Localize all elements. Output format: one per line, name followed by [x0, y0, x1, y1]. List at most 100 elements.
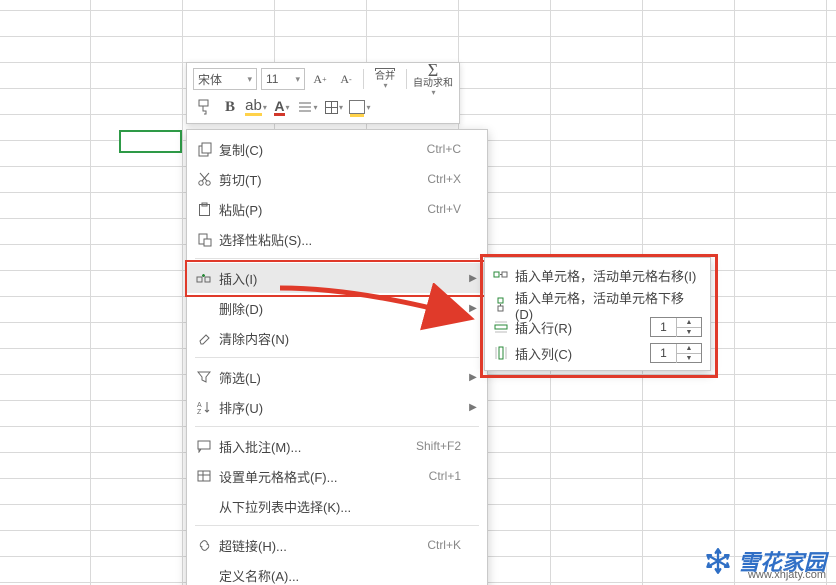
chevron-down-icon: ▾ [247, 74, 252, 85]
decrease-font-button[interactable]: A- [335, 68, 357, 90]
scissors-icon [189, 172, 219, 187]
watermark-url: www.xhjaty.com [748, 569, 826, 581]
menu-shortcut: Ctrl+X [427, 172, 465, 186]
submenu-insert-col[interactable]: 插入列(C) 1 ▲▼ [485, 340, 710, 366]
insert-submenu: 插入单元格，活动单元格右移(I) 插入单元格，活动单元格下移(D) 插入行(R)… [484, 257, 711, 371]
menu-label: 插入(I) [219, 269, 465, 288]
menu-shortcut: Shift+F2 [416, 439, 465, 453]
menu-label: 选择性粘贴(S)... [219, 230, 465, 249]
menu-item-paste-special[interactable]: 选择性粘贴(S)... [187, 224, 487, 254]
active-cell[interactable] [119, 130, 182, 153]
menu-shortcut: Ctrl+K [427, 538, 465, 552]
submenu-shift-right[interactable]: 插入单元格，活动单元格右移(I) [485, 262, 710, 288]
menu-divider [195, 426, 479, 427]
highlight-color-button[interactable]: ab▾ [245, 96, 267, 118]
submenu-shift-down[interactable]: 插入单元格，活动单元格下移(D) [485, 288, 710, 314]
menu-label: 删除(D) [219, 299, 465, 318]
paste-special-icon [189, 232, 219, 247]
funnel-icon [189, 370, 219, 384]
autosum-button[interactable]: Σ 自动求和▾ [413, 68, 453, 90]
insert-shift-right-icon [487, 268, 515, 282]
menu-label: 排序(U) [219, 398, 465, 417]
menu-label: 粘贴(P) [219, 200, 427, 219]
borders-icon [325, 101, 338, 114]
submenu-label: 插入列(C) [515, 344, 650, 363]
row-count-value: 1 [651, 320, 676, 334]
insert-icon [189, 271, 219, 286]
menu-label: 清除内容(N) [219, 329, 465, 348]
submenu-arrow-icon: ▶ [465, 273, 481, 284]
spin-up-icon[interactable]: ▲ [676, 318, 701, 327]
menu-label: 设置单元格格式(F)... [219, 467, 429, 486]
mini-toolbar: 宋体 ▾ 11 ▾ A+ A- 合并▾ Σ 自动求和▾ B ab▾ A▾ ▾ ▾ [186, 62, 460, 124]
sigma-icon: Σ [428, 61, 438, 79]
increase-font-button[interactable]: A+ [309, 68, 331, 90]
separator [363, 69, 364, 89]
insert-shift-down-icon [487, 297, 515, 313]
format-painter-icon [196, 99, 212, 115]
submenu-arrow-icon: ▶ [465, 303, 481, 314]
row-count-input[interactable]: 1 ▲▼ [650, 317, 702, 337]
spin-down-icon[interactable]: ▼ [676, 353, 701, 363]
menu-shortcut: Ctrl+C [427, 142, 465, 156]
font-size-value: 11 [266, 72, 278, 86]
spin-up-icon[interactable]: ▲ [676, 344, 701, 353]
eraser-icon [189, 331, 219, 346]
menu-item-copy[interactable]: 复制(C) Ctrl+C [187, 134, 487, 164]
copy-icon [189, 142, 219, 157]
menu-divider [195, 258, 479, 259]
menu-label: 插入批注(M)... [219, 437, 416, 456]
menu-item-delete[interactable]: 删除(D) ▶ [187, 293, 487, 323]
menu-item-comment[interactable]: 插入批注(M)... Shift+F2 [187, 431, 487, 461]
font-color-button[interactable]: A▾ [271, 96, 293, 118]
borders-button[interactable]: ▾ [323, 96, 345, 118]
format-painter-button[interactable] [193, 96, 215, 118]
insert-row-icon [487, 320, 515, 334]
watermark: 雪花家园 www.xhjaty.com [704, 545, 826, 577]
submenu-insert-row[interactable]: 插入行(R) 1 ▲▼ [485, 314, 710, 340]
sort-icon: AZ [189, 400, 219, 415]
snowflake-icon [704, 547, 732, 575]
menu-item-pick-from-list[interactable]: 从下拉列表中选择(K)... [187, 491, 487, 521]
svg-text:A: A [197, 402, 202, 409]
separator [406, 69, 407, 89]
menu-item-insert[interactable]: 插入(I) ▶ [187, 263, 487, 293]
menu-label: 剪切(T) [219, 170, 427, 189]
col-count-input[interactable]: 1 ▲▼ [650, 343, 702, 363]
font-name-value: 宋体 [198, 71, 222, 88]
col-count-value: 1 [651, 346, 676, 360]
menu-item-cut[interactable]: 剪切(T) Ctrl+X [187, 164, 487, 194]
menu-shortcut: Ctrl+1 [429, 469, 465, 483]
submenu-label: 插入单元格，活动单元格右移(I) [515, 266, 702, 285]
bold-button[interactable]: B [219, 96, 241, 118]
menu-divider [195, 357, 479, 358]
comment-icon [189, 440, 219, 453]
chevron-down-icon: ▾ [295, 74, 300, 85]
font-size-combo[interactable]: 11 ▾ [261, 68, 305, 90]
menu-shortcut: Ctrl+V [427, 202, 465, 216]
menu-item-sort[interactable]: AZ 排序(U) ▶ [187, 392, 487, 422]
svg-text:Z: Z [197, 409, 202, 415]
merge-cells-button[interactable]: 合并▾ [370, 68, 400, 90]
menu-item-hyperlink[interactable]: 超链接(H)... Ctrl+K [187, 530, 487, 560]
menu-label: 从下拉列表中选择(K)... [219, 497, 465, 516]
context-menu: 复制(C) Ctrl+C 剪切(T) Ctrl+X 粘贴(P) Ctrl+V 选… [186, 129, 488, 585]
menu-label: 复制(C) [219, 140, 427, 159]
align-button[interactable]: ▾ [297, 96, 319, 118]
menu-item-paste[interactable]: 粘贴(P) Ctrl+V [187, 194, 487, 224]
font-name-combo[interactable]: 宋体 ▾ [193, 68, 257, 90]
format-cells-icon [189, 470, 219, 483]
paste-icon [189, 202, 219, 217]
spin-down-icon[interactable]: ▼ [676, 327, 701, 337]
menu-item-clear[interactable]: 清除内容(N) [187, 323, 487, 353]
menu-label: 定义名称(A)... [219, 566, 465, 585]
fill-icon [349, 100, 365, 114]
menu-item-format-cells[interactable]: 设置单元格格式(F)... Ctrl+1 [187, 461, 487, 491]
menu-label: 超链接(H)... [219, 536, 427, 555]
menu-item-filter[interactable]: 筛选(L) ▶ [187, 362, 487, 392]
menu-item-define-name[interactable]: 定义名称(A)... [187, 560, 487, 585]
link-icon [189, 538, 219, 553]
align-icon [298, 101, 312, 113]
fill-color-button[interactable]: ▾ [349, 96, 371, 118]
menu-divider [195, 525, 479, 526]
